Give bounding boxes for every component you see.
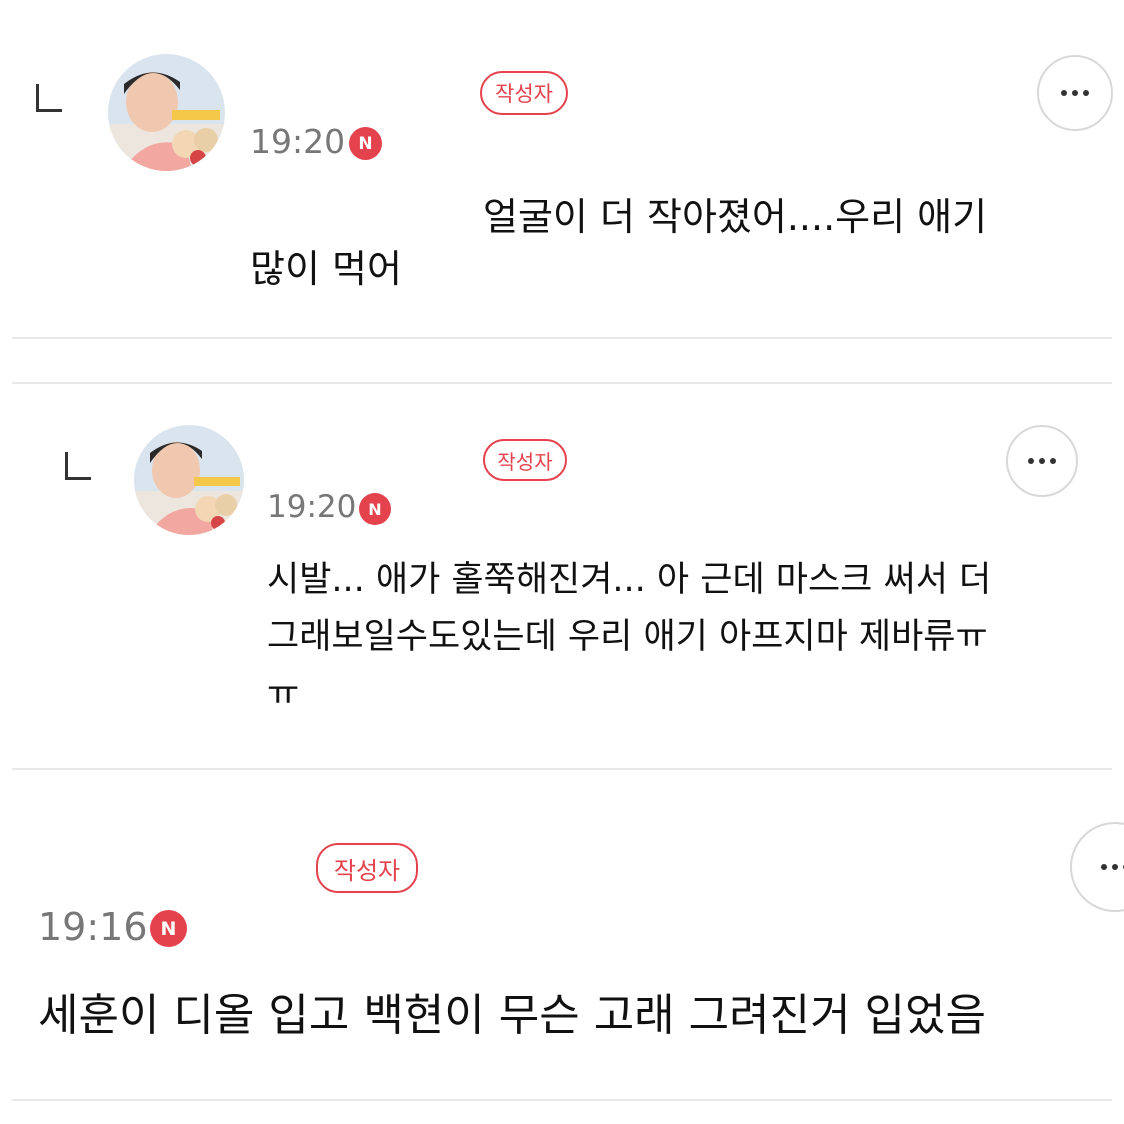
reply-arrow-icon bbox=[65, 452, 91, 480]
author-badge-label: 작성자 bbox=[495, 82, 553, 106]
comment-time: 19:20 bbox=[267, 489, 357, 525]
author-badge: 작성자 bbox=[483, 439, 567, 481]
more-button[interactable] bbox=[1070, 822, 1124, 912]
author-badge: 작성자 bbox=[316, 843, 418, 893]
more-button[interactable] bbox=[1037, 55, 1113, 131]
comment-time: 19:16 bbox=[38, 905, 148, 949]
divider bbox=[12, 1099, 1112, 1101]
author-badge-label: 작성자 bbox=[333, 856, 401, 885]
new-badge-label: N bbox=[358, 133, 373, 154]
reply-arrow-icon bbox=[36, 84, 62, 112]
new-badge-icon: N bbox=[359, 493, 391, 525]
comment-text-line: 얼굴이 더 작아졌어....우리 애기 bbox=[483, 195, 988, 239]
comment-text-line: ㅠ bbox=[267, 674, 300, 714]
divider bbox=[12, 337, 1112, 339]
divider bbox=[12, 382, 1112, 384]
new-badge-icon: N bbox=[150, 910, 187, 947]
comment-item: 작성자 19:16 N 세훈이 디올 입고 백현이 무슨 고래 그려진거 입었음 bbox=[0, 770, 1124, 1124]
avatar[interactable] bbox=[108, 54, 225, 171]
new-badge-label: N bbox=[368, 499, 382, 519]
more-dots-icon bbox=[1101, 864, 1124, 870]
comment-time: 19:20 bbox=[250, 122, 346, 161]
comment-text-line: 세훈이 디올 입고 백현이 무슨 고래 그려진거 입었음 bbox=[38, 990, 986, 1041]
comment-item: 작성자 19:20 N 얼굴이 더 작아졌어....우리 애기 많이 먹어 bbox=[0, 0, 1124, 340]
more-dots-icon bbox=[1061, 90, 1089, 96]
comment-text-line: 많이 먹어 bbox=[250, 247, 402, 291]
comment-text-line: 시발... 애가 홀쭉해진겨... 아 근데 마스크 써서 더 bbox=[267, 560, 992, 600]
new-badge-icon: N bbox=[349, 127, 382, 160]
avatar[interactable] bbox=[134, 425, 244, 535]
comment-item: 작성자 19:20 N 시발... 애가 홀쭉해진겨... 아 근데 마스크 써… bbox=[0, 385, 1124, 770]
author-badge-label: 작성자 bbox=[497, 449, 553, 474]
comment-text-line: 그래보일수도있는데 우리 애기 아프지마 제바류ㅠ bbox=[267, 617, 988, 657]
new-badge-label: N bbox=[160, 917, 177, 940]
author-badge: 작성자 bbox=[480, 71, 568, 115]
more-button[interactable] bbox=[1006, 425, 1078, 497]
more-dots-icon bbox=[1028, 458, 1056, 464]
